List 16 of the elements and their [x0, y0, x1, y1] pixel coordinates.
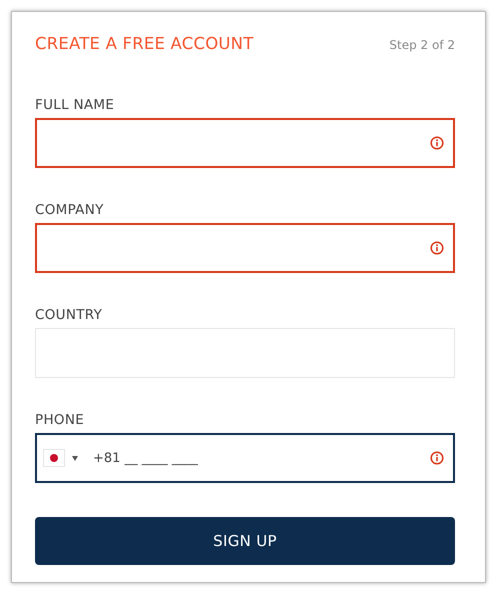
country-flag-icon[interactable]	[43, 449, 65, 467]
field-label: FULL NAME	[35, 97, 116, 113]
step-indicator: Step 2 of 2	[389, 38, 455, 52]
phone-field[interactable]: +81 __ ____ ____	[35, 433, 455, 483]
caret-icon[interactable]	[72, 456, 78, 460]
input-field[interactable]	[35, 223, 455, 273]
warning-icon	[430, 136, 444, 150]
sign-up-button[interactable]: SIGN UP	[35, 517, 455, 565]
input-field[interactable]	[35, 118, 455, 168]
form-title: CREATE A FREE ACCOUNT	[35, 34, 254, 53]
phone-value: +81 __ ____ ____	[93, 450, 198, 466]
field-label: COMPANY	[35, 202, 105, 218]
field-label: COUNTRY	[35, 307, 104, 323]
warning-icon	[430, 241, 444, 255]
warning-icon	[430, 451, 444, 465]
field-label: PHONE	[35, 412, 86, 428]
